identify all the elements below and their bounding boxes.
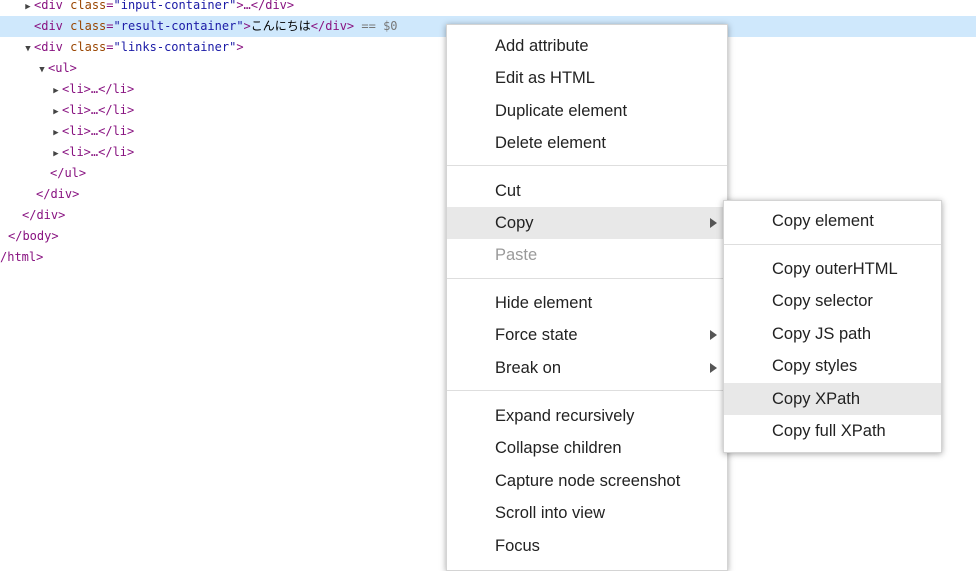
menu-copy-styles[interactable]: Copy styles — [724, 350, 941, 382]
expand-triangle-icon[interactable]: ▶ — [50, 102, 62, 123]
menu-break-on-label: Break on — [495, 359, 562, 377]
menu-delete-element[interactable]: Delete element — [447, 127, 727, 159]
menu-scroll-into-view[interactable]: Scroll into view — [447, 497, 727, 529]
menu-force-state-label: Force state — [495, 326, 578, 344]
menu-copy-selector[interactable]: Copy selector — [724, 285, 941, 317]
expand-triangle-icon[interactable]: ▶ — [50, 123, 62, 144]
menu-edit-as-html[interactable]: Edit as HTML — [447, 62, 727, 94]
menu-copy-js-path[interactable]: Copy JS path — [724, 318, 941, 350]
collapse-triangle-icon[interactable]: ▼ — [36, 60, 48, 81]
menu-break-on[interactable]: Break on — [447, 352, 727, 384]
menu-separator — [724, 244, 941, 245]
submenu-arrow-icon — [710, 218, 717, 228]
menu-copy-xpath[interactable]: Copy XPath — [724, 383, 941, 415]
menu-copy-label: Copy — [495, 214, 534, 232]
menu-hide-element[interactable]: Hide element — [447, 287, 727, 319]
submenu-arrow-icon — [710, 330, 717, 340]
menu-copy-element[interactable]: Copy element — [724, 205, 941, 237]
menu-separator — [447, 390, 727, 391]
menu-force-state[interactable]: Force state — [447, 319, 727, 351]
context-menu: Add attribute Edit as HTML Duplicate ele… — [446, 24, 728, 571]
menu-copy-full-xpath[interactable]: Copy full XPath — [724, 415, 941, 447]
expand-triangle-icon[interactable]: ▶ — [50, 81, 62, 102]
menu-collapse-children[interactable]: Collapse children — [447, 432, 727, 464]
menu-paste: Paste — [495, 246, 538, 264]
menu-copy[interactable]: Copy — [447, 207, 727, 239]
copy-submenu: Copy element Copy outerHTML Copy selecto… — [723, 200, 942, 453]
menu-separator — [447, 165, 727, 166]
menu-add-attribute[interactable]: Add attribute — [447, 30, 727, 62]
menu-separator — [447, 278, 727, 279]
menu-cut[interactable]: Cut — [447, 175, 727, 207]
menu-capture-node-screenshot[interactable]: Capture node screenshot — [447, 465, 727, 497]
menu-duplicate-element[interactable]: Duplicate element — [447, 95, 727, 127]
expand-triangle-icon[interactable]: ▶ — [50, 144, 62, 165]
collapse-triangle-icon[interactable]: ▼ — [22, 39, 34, 60]
menu-copy-outerhtml[interactable]: Copy outerHTML — [724, 253, 941, 285]
menu-focus[interactable]: Focus — [447, 530, 727, 562]
tree-node-input-container[interactable]: ▶ <div class="input-container">…</div> — [0, 0, 976, 16]
menu-expand-recursively[interactable]: Expand recursively — [447, 400, 727, 432]
submenu-arrow-icon — [710, 363, 717, 373]
